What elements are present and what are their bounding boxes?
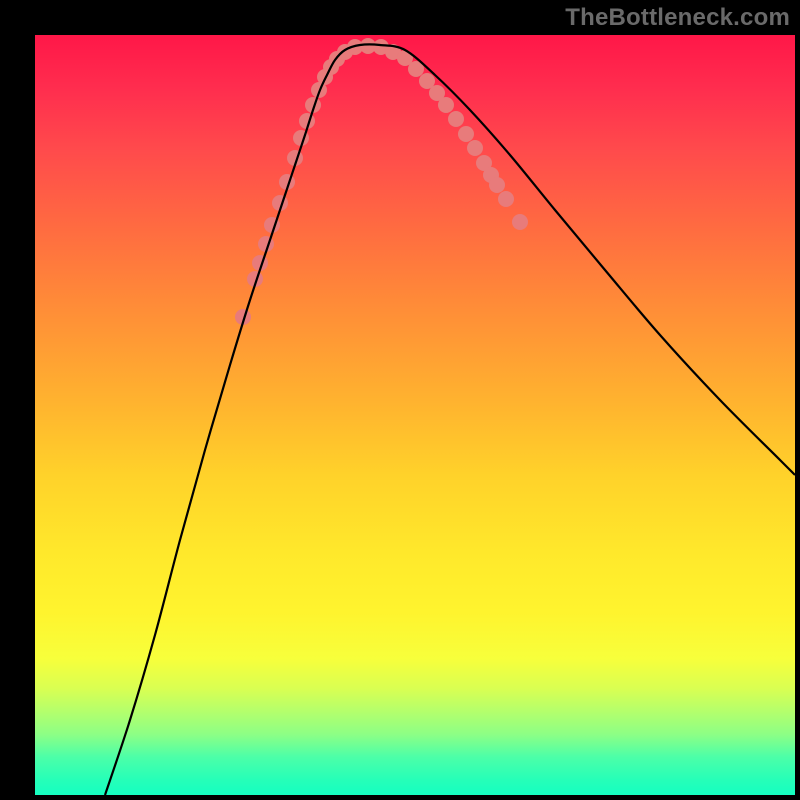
marker-dot (498, 191, 514, 207)
marker-dot (438, 97, 454, 113)
chart-svg (35, 35, 795, 795)
marker-dot (489, 177, 505, 193)
watermark-text: TheBottleneck.com (565, 4, 790, 32)
marker-dot (467, 140, 483, 156)
chart-frame: TheBottleneck.com (0, 0, 800, 800)
plot-area (35, 35, 795, 795)
marker-layer (235, 38, 528, 325)
marker-dot (448, 111, 464, 127)
bottleneck-curve (105, 44, 795, 795)
marker-dot (458, 126, 474, 142)
marker-dot (512, 214, 528, 230)
